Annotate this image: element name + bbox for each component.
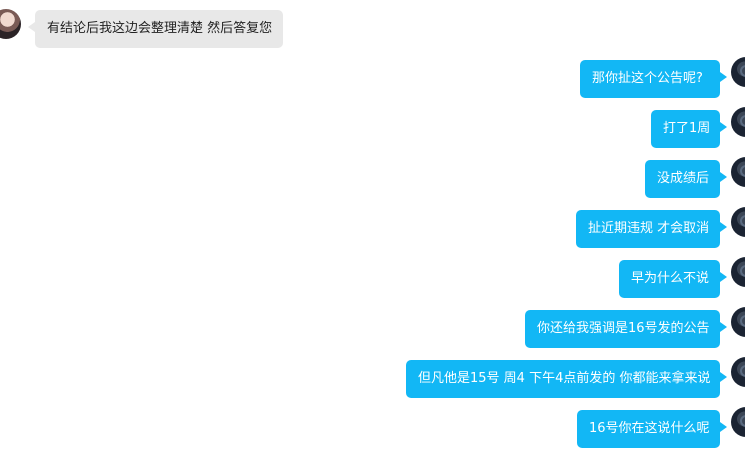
bubble-tail <box>720 372 727 382</box>
outgoing-bubble[interactable]: 16号你在这说什么呢 <box>577 410 720 448</box>
self-avatar[interactable] <box>731 407 745 437</box>
outgoing-bubble[interactable]: 早为什么不说 <box>619 260 720 298</box>
outgoing-bubble[interactable]: 那你扯这个公告呢? <box>580 60 720 98</box>
message-text: 没成绩后 <box>657 171 710 186</box>
bubble-tail <box>720 172 727 182</box>
message-text: 16号你在这说什么呢 <box>589 421 710 436</box>
self-avatar[interactable] <box>731 157 745 187</box>
self-avatar[interactable] <box>731 107 745 137</box>
outgoing-message: 早为什么不说 <box>619 260 727 298</box>
outgoing-bubble[interactable]: 扯近期违规 才会取消 <box>576 210 720 248</box>
self-avatar[interactable] <box>731 257 745 287</box>
message-text: 早为什么不说 <box>631 271 710 286</box>
outgoing-message: 那你扯这个公告呢? <box>580 60 727 98</box>
outgoing-bubble[interactable]: 打了1周 <box>651 110 720 148</box>
outgoing-message: 扯近期违规 才会取消 <box>576 210 727 248</box>
outgoing-message: 你还给我强调是16号发的公告 <box>525 310 727 348</box>
message-text: 那你扯这个公告呢? <box>592 71 703 86</box>
message-text: 打了1周 <box>663 121 711 136</box>
outgoing-message: 16号你在这说什么呢 <box>577 410 727 448</box>
self-avatar[interactable] <box>731 207 745 237</box>
incoming-bubble[interactable]: 有结论后我这边会整理清楚 然后答复您 <box>35 10 283 48</box>
chat-transcript: 有结论后我这边会整理清楚 然后答复您 那你扯这个公告呢? 打了1周 没成绩后 扯… <box>0 0 745 468</box>
sender-avatar[interactable] <box>0 9 21 39</box>
self-avatar[interactable] <box>731 307 745 337</box>
bubble-tail <box>720 322 727 332</box>
outgoing-message: 没成绩后 <box>645 160 727 198</box>
message-text: 但凡他是15号 周4 下午4点前发的 你都能来拿来说 <box>418 371 711 386</box>
bubble-tail <box>28 22 35 32</box>
self-avatar[interactable] <box>731 57 745 87</box>
outgoing-message: 但凡他是15号 周4 下午4点前发的 你都能来拿来说 <box>406 360 727 398</box>
bubble-tail <box>720 272 727 282</box>
self-avatar[interactable] <box>731 357 745 387</box>
message-text: 扯近期违规 才会取消 <box>588 221 710 236</box>
incoming-message: 有结论后我这边会整理清楚 然后答复您 <box>28 10 283 48</box>
outgoing-bubble[interactable]: 但凡他是15号 周4 下午4点前发的 你都能来拿来说 <box>406 360 720 398</box>
bubble-tail <box>720 222 727 232</box>
bubble-tail <box>720 72 727 82</box>
message-text: 有结论后我这边会整理清楚 然后答复您 <box>47 21 273 36</box>
outgoing-bubble[interactable]: 你还给我强调是16号发的公告 <box>525 310 720 348</box>
message-text: 你还给我强调是16号发的公告 <box>537 321 710 336</box>
bubble-tail <box>720 422 727 432</box>
outgoing-message: 打了1周 <box>651 110 727 148</box>
bubble-tail <box>720 122 727 132</box>
outgoing-bubble[interactable]: 没成绩后 <box>645 160 720 198</box>
